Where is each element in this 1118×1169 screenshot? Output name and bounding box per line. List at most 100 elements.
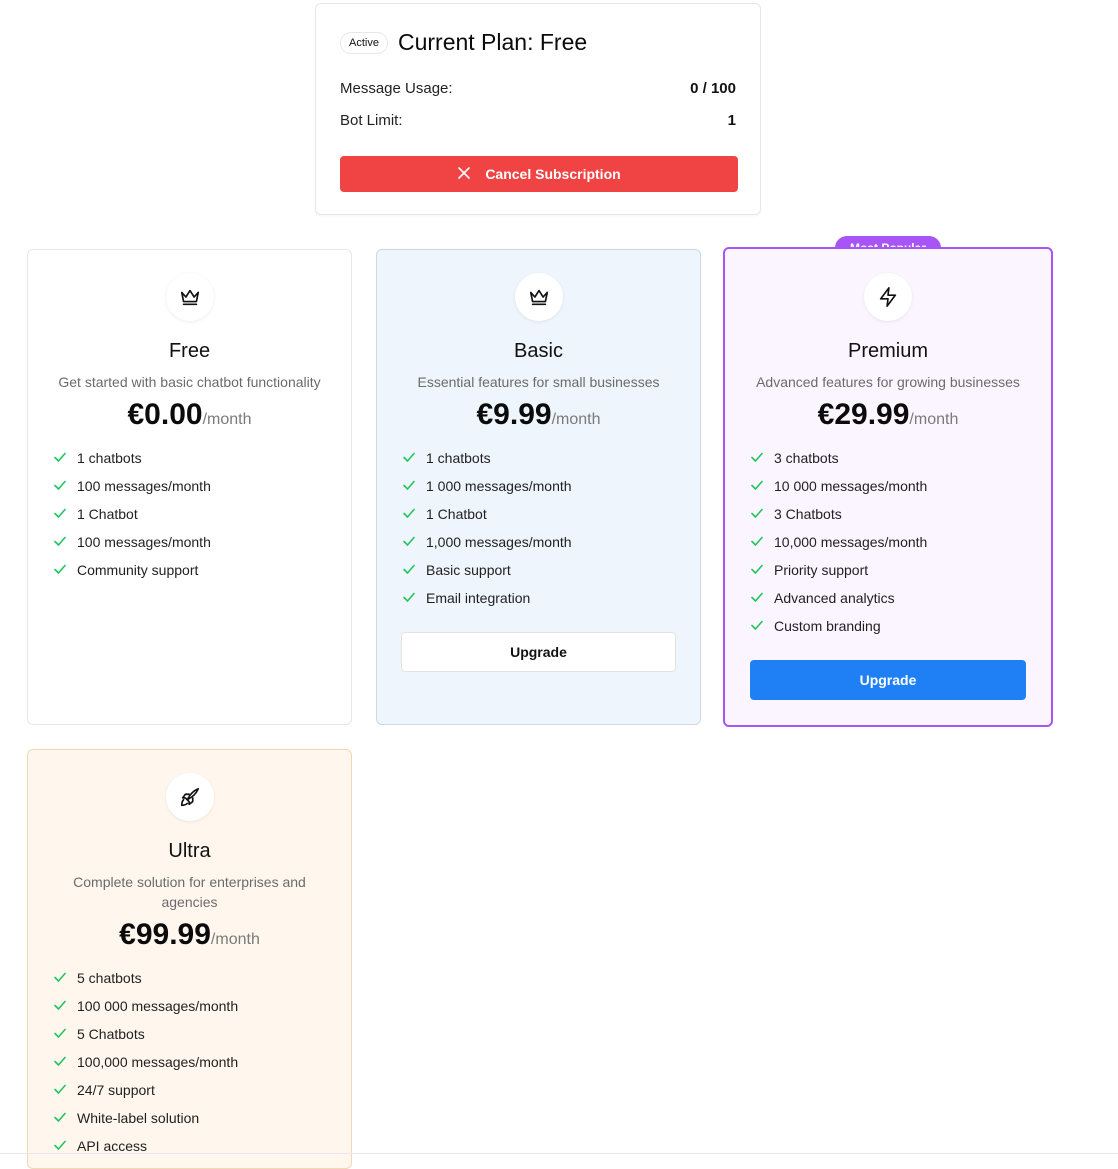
plan-period: /month: [210, 931, 260, 948]
feature-item: Community support: [53, 556, 331, 584]
check-icon: [53, 534, 77, 551]
plan-card-basic: Basic Essential features for small busin…: [376, 249, 701, 725]
upgrade-button[interactable]: Upgrade: [401, 632, 676, 672]
message-usage-value: 0 / 100: [690, 80, 736, 97]
feature-item: 3 chatbots: [750, 444, 1031, 472]
feature-text: 100 messages/month: [77, 534, 211, 550]
check-icon: [53, 998, 77, 1015]
feature-text: 100 messages/month: [77, 478, 211, 494]
rocket-icon: [165, 773, 214, 821]
check-icon: [750, 562, 774, 579]
close-icon: [457, 166, 471, 183]
feature-text: 1,000 messages/month: [426, 534, 572, 550]
feature-text: API access: [77, 1138, 148, 1154]
feature-text: Priority support: [774, 562, 869, 578]
feature-item: 24/7 support: [53, 1076, 331, 1104]
feature-item: Priority support: [750, 556, 1031, 584]
check-icon: [750, 590, 774, 607]
feature-item: Custom branding: [750, 612, 1031, 640]
feature-item: 5 Chatbots: [53, 1020, 331, 1048]
plan-name: Premium: [847, 340, 928, 362]
plan-price: €29.99: [817, 398, 910, 431]
plan-price-row: €9.99/month: [377, 398, 700, 432]
plan-period: /month: [202, 411, 252, 428]
check-icon: [53, 478, 77, 495]
feature-text: Advanced analytics: [774, 590, 895, 606]
check-icon: [402, 506, 426, 523]
plan-period: /month: [909, 411, 959, 428]
plan-name: Free: [168, 340, 211, 362]
plan-price-row: €99.99/month: [28, 918, 351, 952]
feature-item: 10,000 messages/month: [750, 528, 1031, 556]
message-usage-row: Message Usage: 0 / 100: [340, 80, 736, 97]
check-icon: [53, 506, 77, 523]
plan-description: Get started with basic chatbot functiona…: [58, 374, 321, 390]
check-icon: [53, 1054, 77, 1071]
bot-limit-row: Bot Limit: 1: [340, 112, 736, 129]
feature-item: 1 Chatbot: [53, 500, 331, 528]
feature-item: White-label solution: [53, 1104, 331, 1132]
plan-name: Ultra: [168, 840, 211, 862]
check-icon: [402, 478, 426, 495]
feature-text: 1 chatbots: [426, 450, 491, 466]
check-icon: [750, 478, 774, 495]
plan-price-row: €0.00/month: [28, 398, 351, 432]
check-icon: [402, 450, 426, 467]
feature-item: Advanced analytics: [750, 584, 1031, 612]
crown-icon: [165, 273, 214, 321]
check-icon: [750, 450, 774, 467]
feature-text: 1 Chatbot: [426, 506, 487, 522]
feature-item: 5 chatbots: [53, 964, 331, 992]
check-icon: [402, 562, 426, 579]
feature-item: Email integration: [402, 584, 680, 612]
cancel-subscription-button[interactable]: Cancel Subscription: [340, 156, 738, 192]
feature-item: 100 000 messages/month: [53, 992, 331, 1020]
current-plan-header: Active Current Plan: Free: [340, 29, 587, 56]
feature-text: Custom branding: [774, 618, 881, 634]
current-plan-card: Active Current Plan: Free Message Usage:…: [315, 3, 761, 215]
plan-price: €0.00: [127, 398, 203, 431]
feature-list: 3 chatbots 10 000 messages/month 3 Chatb…: [750, 444, 1031, 640]
check-icon: [53, 970, 77, 987]
feature-text: 10,000 messages/month: [774, 534, 928, 550]
plan-price: €9.99: [476, 398, 552, 431]
feature-item: 100 messages/month: [53, 472, 331, 500]
plan-price-row: €29.99/month: [725, 398, 1051, 432]
feature-text: White-label solution: [77, 1110, 200, 1126]
feature-text: 3 chatbots: [774, 450, 839, 466]
check-icon: [750, 618, 774, 635]
feature-list: 1 chatbots 100 messages/month 1 Chatbot …: [53, 444, 331, 584]
feature-item: Basic support: [402, 556, 680, 584]
page-bottom-divider: [0, 1153, 1118, 1154]
plan-description: Complete solution for enterprises and ag…: [73, 874, 306, 910]
plan-price: €99.99: [119, 918, 211, 951]
check-icon: [53, 1026, 77, 1043]
check-icon: [750, 534, 774, 551]
bot-limit-label: Bot Limit:: [340, 112, 403, 129]
feature-text: 100 000 messages/month: [77, 998, 239, 1014]
feature-list: 1 chatbots 1 000 messages/month 1 Chatbo…: [402, 444, 680, 612]
feature-item: 1 000 messages/month: [402, 472, 680, 500]
feature-list: 5 chatbots 100 000 messages/month 5 Chat…: [53, 964, 331, 1160]
feature-text: 1 000 messages/month: [426, 478, 572, 494]
status-badge: Active: [340, 31, 388, 54]
plan-name: Basic: [514, 340, 563, 362]
cancel-subscription-label: Cancel Subscription: [485, 166, 621, 182]
upgrade-button[interactable]: Upgrade: [750, 660, 1026, 700]
feature-text: 1 chatbots: [77, 450, 142, 466]
feature-text: 24/7 support: [77, 1082, 155, 1098]
current-plan-title: Current Plan: Free: [397, 29, 588, 55]
feature-text: 10 000 messages/month: [774, 478, 928, 494]
zap-icon: [864, 273, 912, 321]
feature-text: Community support: [77, 562, 199, 578]
plan-card-ultra: Ultra Complete solution for enterprises …: [27, 749, 352, 1169]
check-icon: [402, 590, 426, 607]
plan-card-free: Free Get started with basic chatbot func…: [27, 249, 352, 725]
feature-item: 1 chatbots: [53, 444, 331, 472]
feature-item: 1,000 messages/month: [402, 528, 680, 556]
plan-card-premium: Premium Advanced features for growing bu…: [723, 247, 1053, 727]
feature-text: 100,000 messages/month: [77, 1054, 239, 1070]
check-icon: [53, 1138, 77, 1155]
feature-item: 3 Chatbots: [750, 500, 1031, 528]
feature-text: 1 Chatbot: [77, 506, 138, 522]
